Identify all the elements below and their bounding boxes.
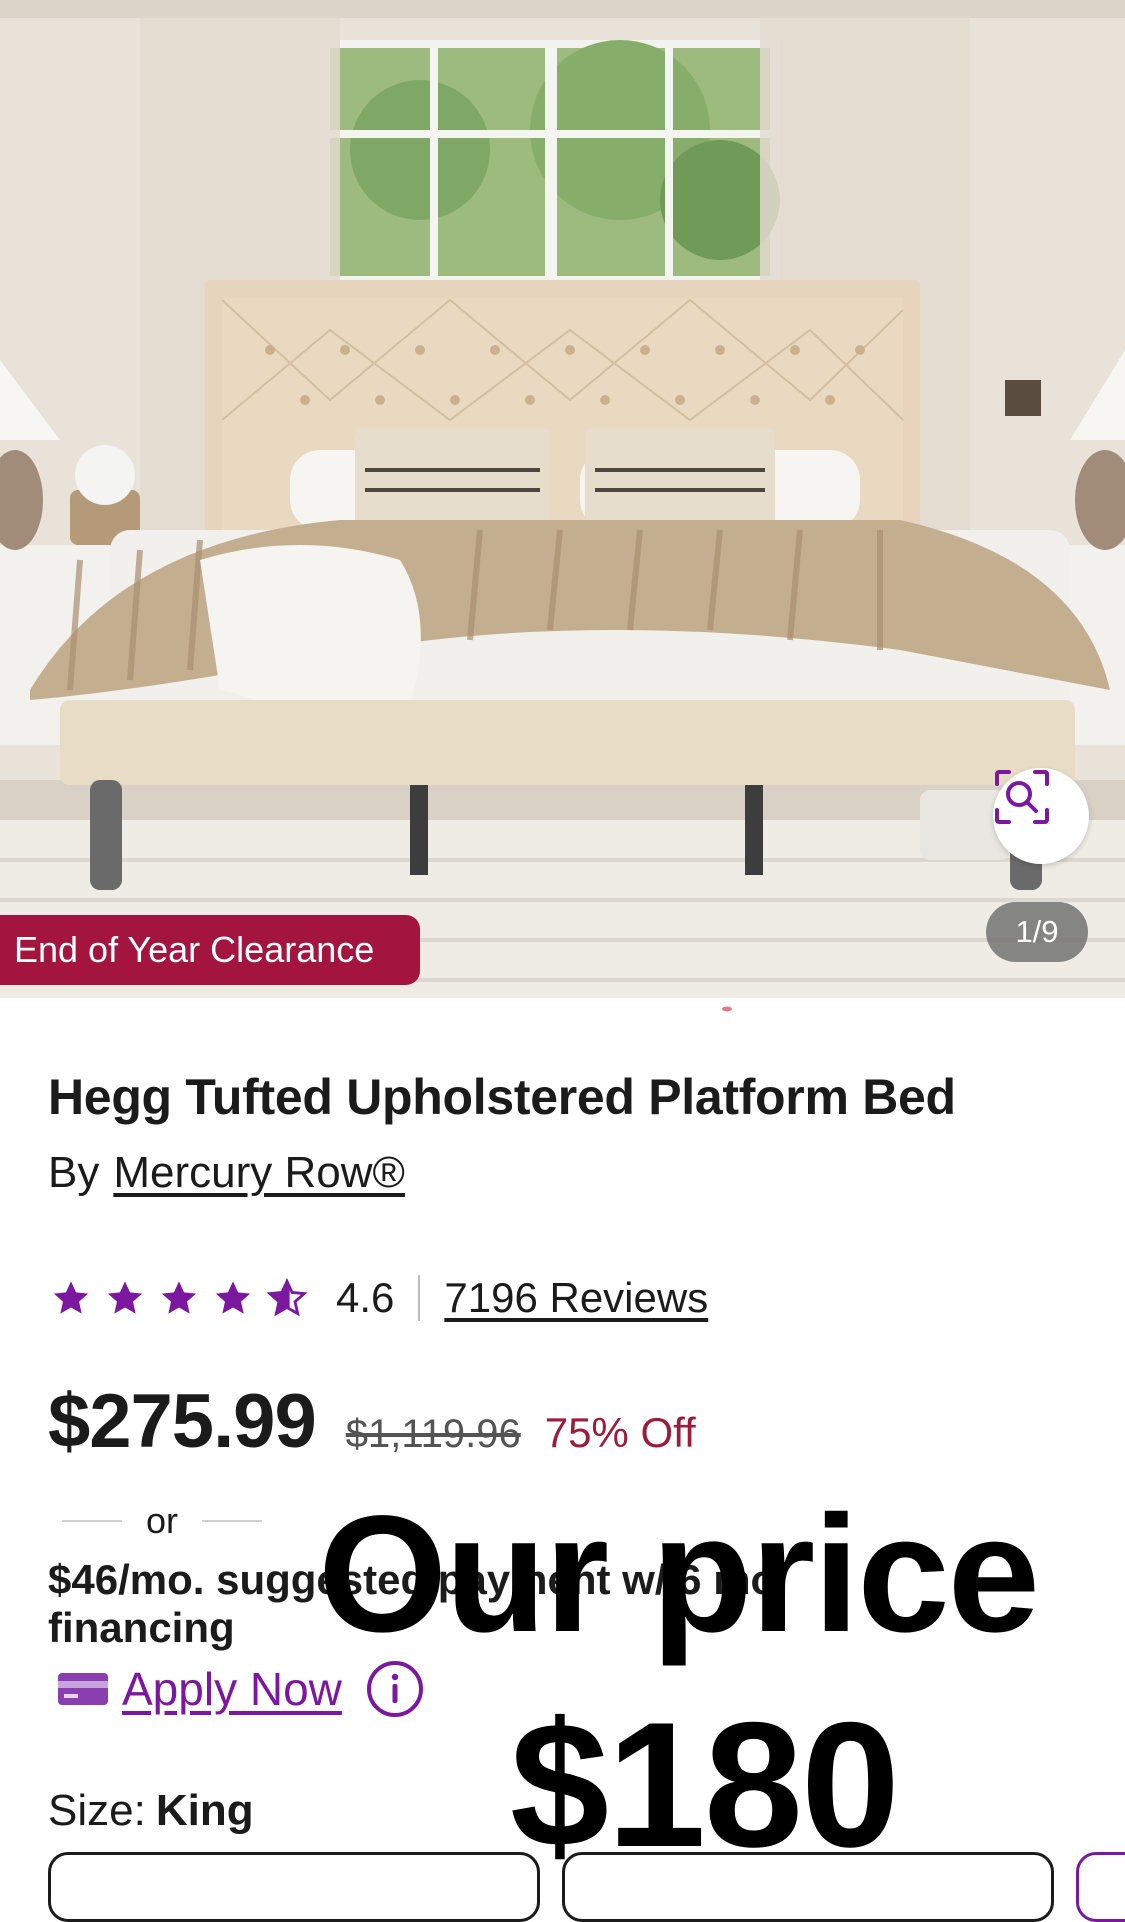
product-title: Hegg Tufted Upholstered Platform Bed bbox=[48, 1069, 956, 1125]
rating-value: 4.6 bbox=[336, 1274, 395, 1321]
info-button[interactable] bbox=[366, 1660, 424, 1718]
star-icon bbox=[107, 1281, 143, 1314]
overlay-text-line1: Our price bbox=[318, 1482, 1040, 1667]
image-search-icon bbox=[995, 770, 1049, 824]
brand-byline: By Mercury Row® bbox=[48, 1148, 405, 1198]
price-row: $275.99 $1,119.96 75% Off bbox=[48, 1378, 696, 1465]
or-label: or bbox=[146, 1500, 179, 1541]
star-icon bbox=[161, 1281, 197, 1314]
apply-row: Apply Now bbox=[56, 1660, 424, 1718]
by-label: By bbox=[48, 1148, 100, 1197]
reviews-link[interactable]: 7196 Reviews bbox=[444, 1274, 708, 1322]
or-divider: or bbox=[62, 1500, 263, 1542]
overlay-text-line2: $180 bbox=[510, 1685, 900, 1884]
half-star-icon bbox=[266, 1278, 308, 1317]
visual-search-button[interactable] bbox=[993, 768, 1089, 864]
product-image[interactable]: 1/9 End of Year Clearance bbox=[0, 0, 1125, 998]
image-counter: 1/9 bbox=[986, 902, 1088, 962]
star-icon bbox=[215, 1281, 251, 1314]
credit-card-icon bbox=[58, 1673, 108, 1705]
divider-line bbox=[62, 1520, 122, 1522]
sale-price: $275.99 bbox=[48, 1379, 317, 1464]
carousel-indicator bbox=[722, 1006, 732, 1012]
size-value: King bbox=[155, 1786, 254, 1835]
brand-link[interactable]: Mercury Row® bbox=[113, 1148, 405, 1197]
apply-now-link[interactable]: Apply Now bbox=[122, 1662, 342, 1716]
divider-line bbox=[202, 1520, 263, 1522]
star-icon bbox=[53, 1281, 89, 1314]
star-rating bbox=[50, 1277, 308, 1319]
clearance-badge: End of Year Clearance bbox=[0, 915, 420, 985]
size-option[interactable] bbox=[1076, 1852, 1125, 1922]
info-icon bbox=[366, 1661, 423, 1717]
size-option[interactable] bbox=[48, 1852, 540, 1922]
size-label: Size: bbox=[48, 1786, 146, 1835]
bed-photo bbox=[0, 0, 1125, 998]
rating-row[interactable]: 4.6 7196 Reviews bbox=[50, 1268, 708, 1328]
divider bbox=[418, 1275, 421, 1321]
original-price: $1,119.96 bbox=[345, 1412, 521, 1456]
size-selector-label: Size: King bbox=[48, 1786, 254, 1836]
discount-label: 75% Off bbox=[544, 1409, 696, 1456]
